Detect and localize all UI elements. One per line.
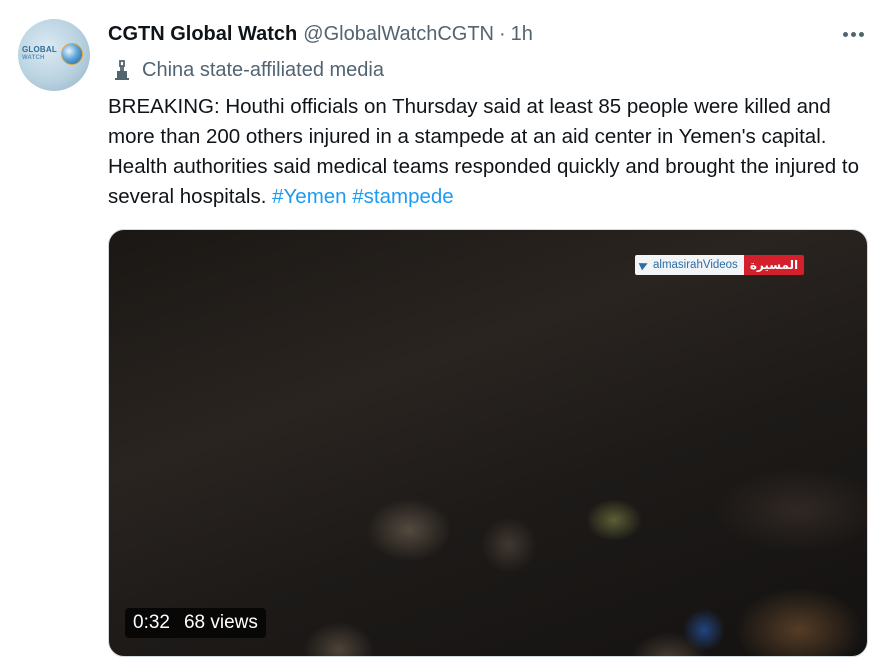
telegram-icon — [638, 259, 650, 271]
hashtag-yemen[interactable]: #Yemen — [272, 185, 346, 208]
hashtag-stampede[interactable]: #stampede — [352, 185, 453, 208]
timestamp[interactable]: 1h — [511, 23, 533, 46]
separator-dot: · — [498, 22, 506, 45]
government-building-icon — [110, 58, 136, 82]
watermark-logo: المسيرة — [743, 255, 805, 275]
affiliation-text: China state-affiliated media — [142, 58, 384, 81]
avatar[interactable]: GLOBAL WATCH — [18, 19, 90, 91]
watermark-channel: almasirahVideos — [653, 259, 738, 271]
user-handle[interactable]: @GlobalWatchCGTN — [303, 23, 494, 46]
display-name[interactable]: CGTN Global Watch — [108, 23, 297, 46]
video-player[interactable]: almasirahVideos المسيرة 0:32 68 views — [108, 229, 868, 657]
globe-icon — [61, 43, 83, 65]
video-views: 68 views — [183, 612, 258, 633]
video-duration: 0:32 — [133, 612, 170, 633]
video-info-badge: 0:32 68 views — [125, 608, 266, 638]
video-watermark: almasirahVideos المسيرة — [635, 255, 805, 275]
affiliation-label[interactable]: China state-affiliated media — [110, 57, 384, 83]
tweet-text: BREAKING: Houthi officials on Thursday s… — [108, 92, 873, 212]
more-options-button[interactable] — [838, 26, 868, 42]
tweet-body: BREAKING: Houthi officials on Thursday s… — [108, 95, 859, 208]
avatar-logo-text: GLOBAL WATCH — [22, 45, 57, 61]
tweet-header: CGTN Global Watch @GlobalWatchCGTN · 1h — [108, 21, 533, 47]
more-icon — [842, 31, 848, 37]
